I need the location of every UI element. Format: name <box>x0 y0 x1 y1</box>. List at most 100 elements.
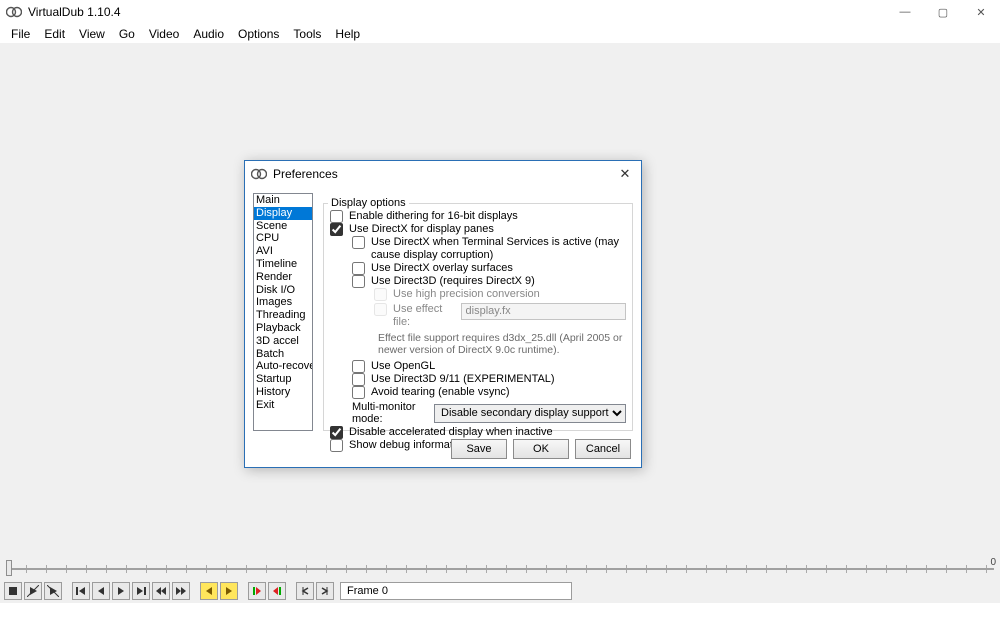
shuttle-fwd-button[interactable] <box>316 582 334 600</box>
shuttle-back-button[interactable] <box>296 582 314 600</box>
timeline-slider[interactable]: 0 <box>0 556 1000 579</box>
category-autorecover[interactable]: Auto-recover <box>254 360 312 373</box>
titlebar: VirtualDub 1.10.4 — ▢ ✕ <box>0 0 1000 24</box>
category-display[interactable]: Display <box>254 207 312 220</box>
opt-dx-panes[interactable]: Use DirectX for display panes <box>330 223 626 236</box>
menu-audio[interactable]: Audio <box>186 25 231 43</box>
group-title: Display options <box>328 197 409 209</box>
checkbox-debug[interactable] <box>330 439 343 452</box>
checkbox-accel-inactive[interactable] <box>330 426 343 439</box>
timeline-thumb[interactable] <box>6 560 12 576</box>
opt-highprec: Use high precision conversion <box>374 288 626 301</box>
checkbox-vsync[interactable] <box>352 386 365 399</box>
transport-toolbar: Frame 0 <box>0 579 1000 603</box>
ok-button[interactable]: OK <box>513 439 569 459</box>
video-canvas: Preferences ✕ Main Display Scene CPU AVI… <box>0 43 1000 556</box>
prev-drop-button[interactable] <box>200 582 218 600</box>
label-d3d: Use Direct3D (requires DirectX 9) <box>371 275 535 288</box>
label-d3d911: Use Direct3D 9/11 (EXPERIMENTAL) <box>371 373 555 386</box>
checkbox-effectfile <box>374 303 387 316</box>
label-effectfile: Use effect file: <box>393 303 457 329</box>
status-frame-box: Frame 0 <box>340 582 572 600</box>
label-dither: Enable dithering for 16-bit displays <box>349 210 518 223</box>
mark-out-button[interactable] <box>268 582 286 600</box>
category-diskio[interactable]: Disk I/O <box>254 284 312 297</box>
label-dx-overlay: Use DirectX overlay surfaces <box>371 262 513 275</box>
goto-start-button[interactable] <box>72 582 90 600</box>
menu-help[interactable]: Help <box>328 25 367 43</box>
category-threading[interactable]: Threading <box>254 309 312 322</box>
checkbox-dither[interactable] <box>330 210 343 223</box>
checkbox-dx-overlay[interactable] <box>352 262 365 275</box>
timeline-track <box>6 568 994 570</box>
checkbox-d3d911[interactable] <box>352 373 365 386</box>
effectfile-textbox: display.fx <box>461 303 626 320</box>
category-images[interactable]: Images <box>254 296 312 309</box>
prev-keyframe-button[interactable] <box>152 582 170 600</box>
mark-in-button[interactable] <box>248 582 266 600</box>
save-button[interactable]: Save <box>451 439 507 459</box>
dialog-title: Preferences <box>273 167 338 181</box>
checkbox-dx-ts[interactable] <box>352 236 365 249</box>
preferences-icon <box>251 166 267 182</box>
window-maximize-button[interactable]: ▢ <box>924 1 962 23</box>
category-playback[interactable]: Playback <box>254 322 312 335</box>
label-accel-inactive: Disable accelerated display when inactiv… <box>349 426 553 439</box>
dialog-close-button[interactable]: ✕ <box>615 164 635 184</box>
window-minimize-button[interactable]: — <box>886 1 924 23</box>
opt-d3d911[interactable]: Use Direct3D 9/11 (EXPERIMENTAL) <box>352 373 626 386</box>
step-fwd-button[interactable] <box>112 582 130 600</box>
checkbox-opengl[interactable] <box>352 360 365 373</box>
label-dx-ts: Use DirectX when Terminal Services is ac… <box>371 236 626 262</box>
opt-accel-inactive[interactable]: Disable accelerated display when inactiv… <box>330 426 626 439</box>
category-render[interactable]: Render <box>254 271 312 284</box>
category-scene[interactable]: Scene <box>254 220 312 233</box>
menu-file[interactable]: File <box>4 25 37 43</box>
next-keyframe-button[interactable] <box>172 582 190 600</box>
checkbox-dx-panes[interactable] <box>330 223 343 236</box>
app-icon <box>6 4 22 20</box>
category-avi[interactable]: AVI <box>254 245 312 258</box>
opt-multimonitor: Multi-monitor mode: Disable secondary di… <box>352 401 626 425</box>
opt-vsync[interactable]: Avoid tearing (enable vsync) <box>352 386 626 399</box>
category-main[interactable]: Main <box>254 194 312 207</box>
step-back-button[interactable] <box>92 582 110 600</box>
menu-go[interactable]: Go <box>112 25 142 43</box>
multimonitor-dropdown[interactable]: Disable secondary display support <box>434 404 626 423</box>
menu-options[interactable]: Options <box>231 25 286 43</box>
opt-opengl[interactable]: Use OpenGL <box>352 360 626 373</box>
effectfile-note: Effect file support requires d3dx_25.dll… <box>378 332 626 356</box>
dialog-titlebar[interactable]: Preferences ✕ <box>245 161 641 186</box>
opt-dither[interactable]: Enable dithering for 16-bit displays <box>330 210 626 223</box>
next-drop-button[interactable] <box>220 582 238 600</box>
category-cpu[interactable]: CPU <box>254 232 312 245</box>
label-multimonitor: Multi-monitor mode: <box>352 401 430 425</box>
menu-video[interactable]: Video <box>142 25 186 43</box>
label-dx-panes: Use DirectX for display panes <box>349 223 494 236</box>
checkbox-d3d[interactable] <box>352 275 365 288</box>
timeline-end-label: 0 <box>990 557 996 568</box>
category-startup[interactable]: Startup <box>254 373 312 386</box>
menu-tools[interactable]: Tools <box>286 25 328 43</box>
play-input-button[interactable] <box>24 582 42 600</box>
menu-view[interactable]: View <box>72 25 112 43</box>
opt-dx-ts[interactable]: Use DirectX when Terminal Services is ac… <box>352 236 626 262</box>
checkbox-highprec <box>374 288 387 301</box>
menu-edit[interactable]: Edit <box>37 25 72 43</box>
category-listbox[interactable]: Main Display Scene CPU AVI Timeline Rend… <box>253 193 313 431</box>
category-batch[interactable]: Batch <box>254 348 312 361</box>
stop-button[interactable] <box>4 582 22 600</box>
label-vsync: Avoid tearing (enable vsync) <box>371 386 510 399</box>
label-opengl: Use OpenGL <box>371 360 435 373</box>
cancel-button[interactable]: Cancel <box>575 439 631 459</box>
opt-d3d[interactable]: Use Direct3D (requires DirectX 9) <box>352 275 626 288</box>
category-3daccel[interactable]: 3D accel <box>254 335 312 348</box>
opt-dx-overlay[interactable]: Use DirectX overlay surfaces <box>352 262 626 275</box>
category-history[interactable]: History <box>254 386 312 399</box>
window-close-button[interactable]: ✕ <box>962 1 1000 23</box>
play-output-button[interactable] <box>44 582 62 600</box>
goto-end-button[interactable] <box>132 582 150 600</box>
opt-effectfile: Use effect file: display.fx <box>374 303 626 329</box>
category-exit[interactable]: Exit <box>254 399 312 412</box>
category-timeline[interactable]: Timeline <box>254 258 312 271</box>
